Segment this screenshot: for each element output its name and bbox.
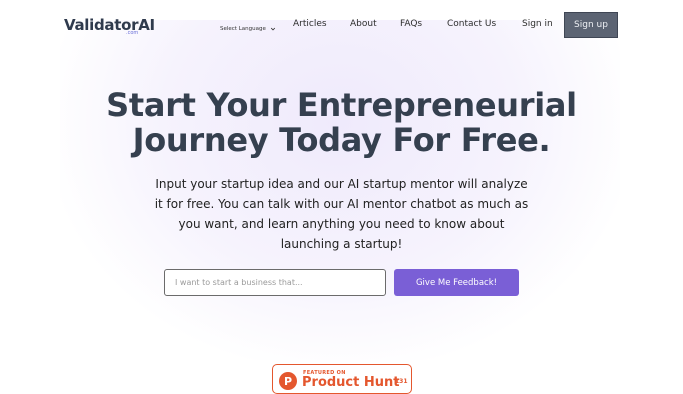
signup-button[interactable]: Sign up bbox=[564, 12, 618, 38]
product-hunt-name: Product Hunt bbox=[302, 375, 400, 390]
product-hunt-icon: P bbox=[279, 372, 297, 390]
nav-link-sign-in[interactable]: Sign in bbox=[522, 18, 553, 30]
nav-link-articles[interactable]: Articles bbox=[293, 18, 327, 30]
language-select-label: Select Language bbox=[220, 26, 266, 32]
give-feedback-button[interactable]: Give Me Feedback! bbox=[394, 269, 519, 296]
hero-description: Input your startup idea and our AI start… bbox=[154, 177, 529, 251]
top-nav: ValidatorAI .com Select Language Article… bbox=[0, 0, 683, 50]
startup-idea-input[interactable] bbox=[164, 269, 386, 296]
hero-title-line-2: Journey Today For Free. bbox=[132, 121, 551, 159]
nav-link-faqs[interactable]: FAQs bbox=[400, 18, 422, 30]
site-logo[interactable]: ValidatorAI .com bbox=[64, 15, 155, 41]
logo-subtitle: .com bbox=[126, 30, 139, 36]
logo-text: ValidatorAI bbox=[64, 16, 155, 34]
hero-title-line-1: Start Your Entrepreneurial bbox=[106, 86, 577, 124]
nav-link-contact-us[interactable]: Contact Us bbox=[447, 18, 496, 30]
hero-title: Start Your Entrepreneurial Journey Today… bbox=[0, 88, 683, 158]
product-hunt-badge[interactable]: P FEATURED ON Product Hunt 131 bbox=[272, 364, 412, 394]
chevron-down-icon bbox=[270, 27, 275, 31]
language-select[interactable]: Select Language bbox=[220, 23, 284, 35]
nav-link-about[interactable]: About bbox=[350, 18, 377, 30]
